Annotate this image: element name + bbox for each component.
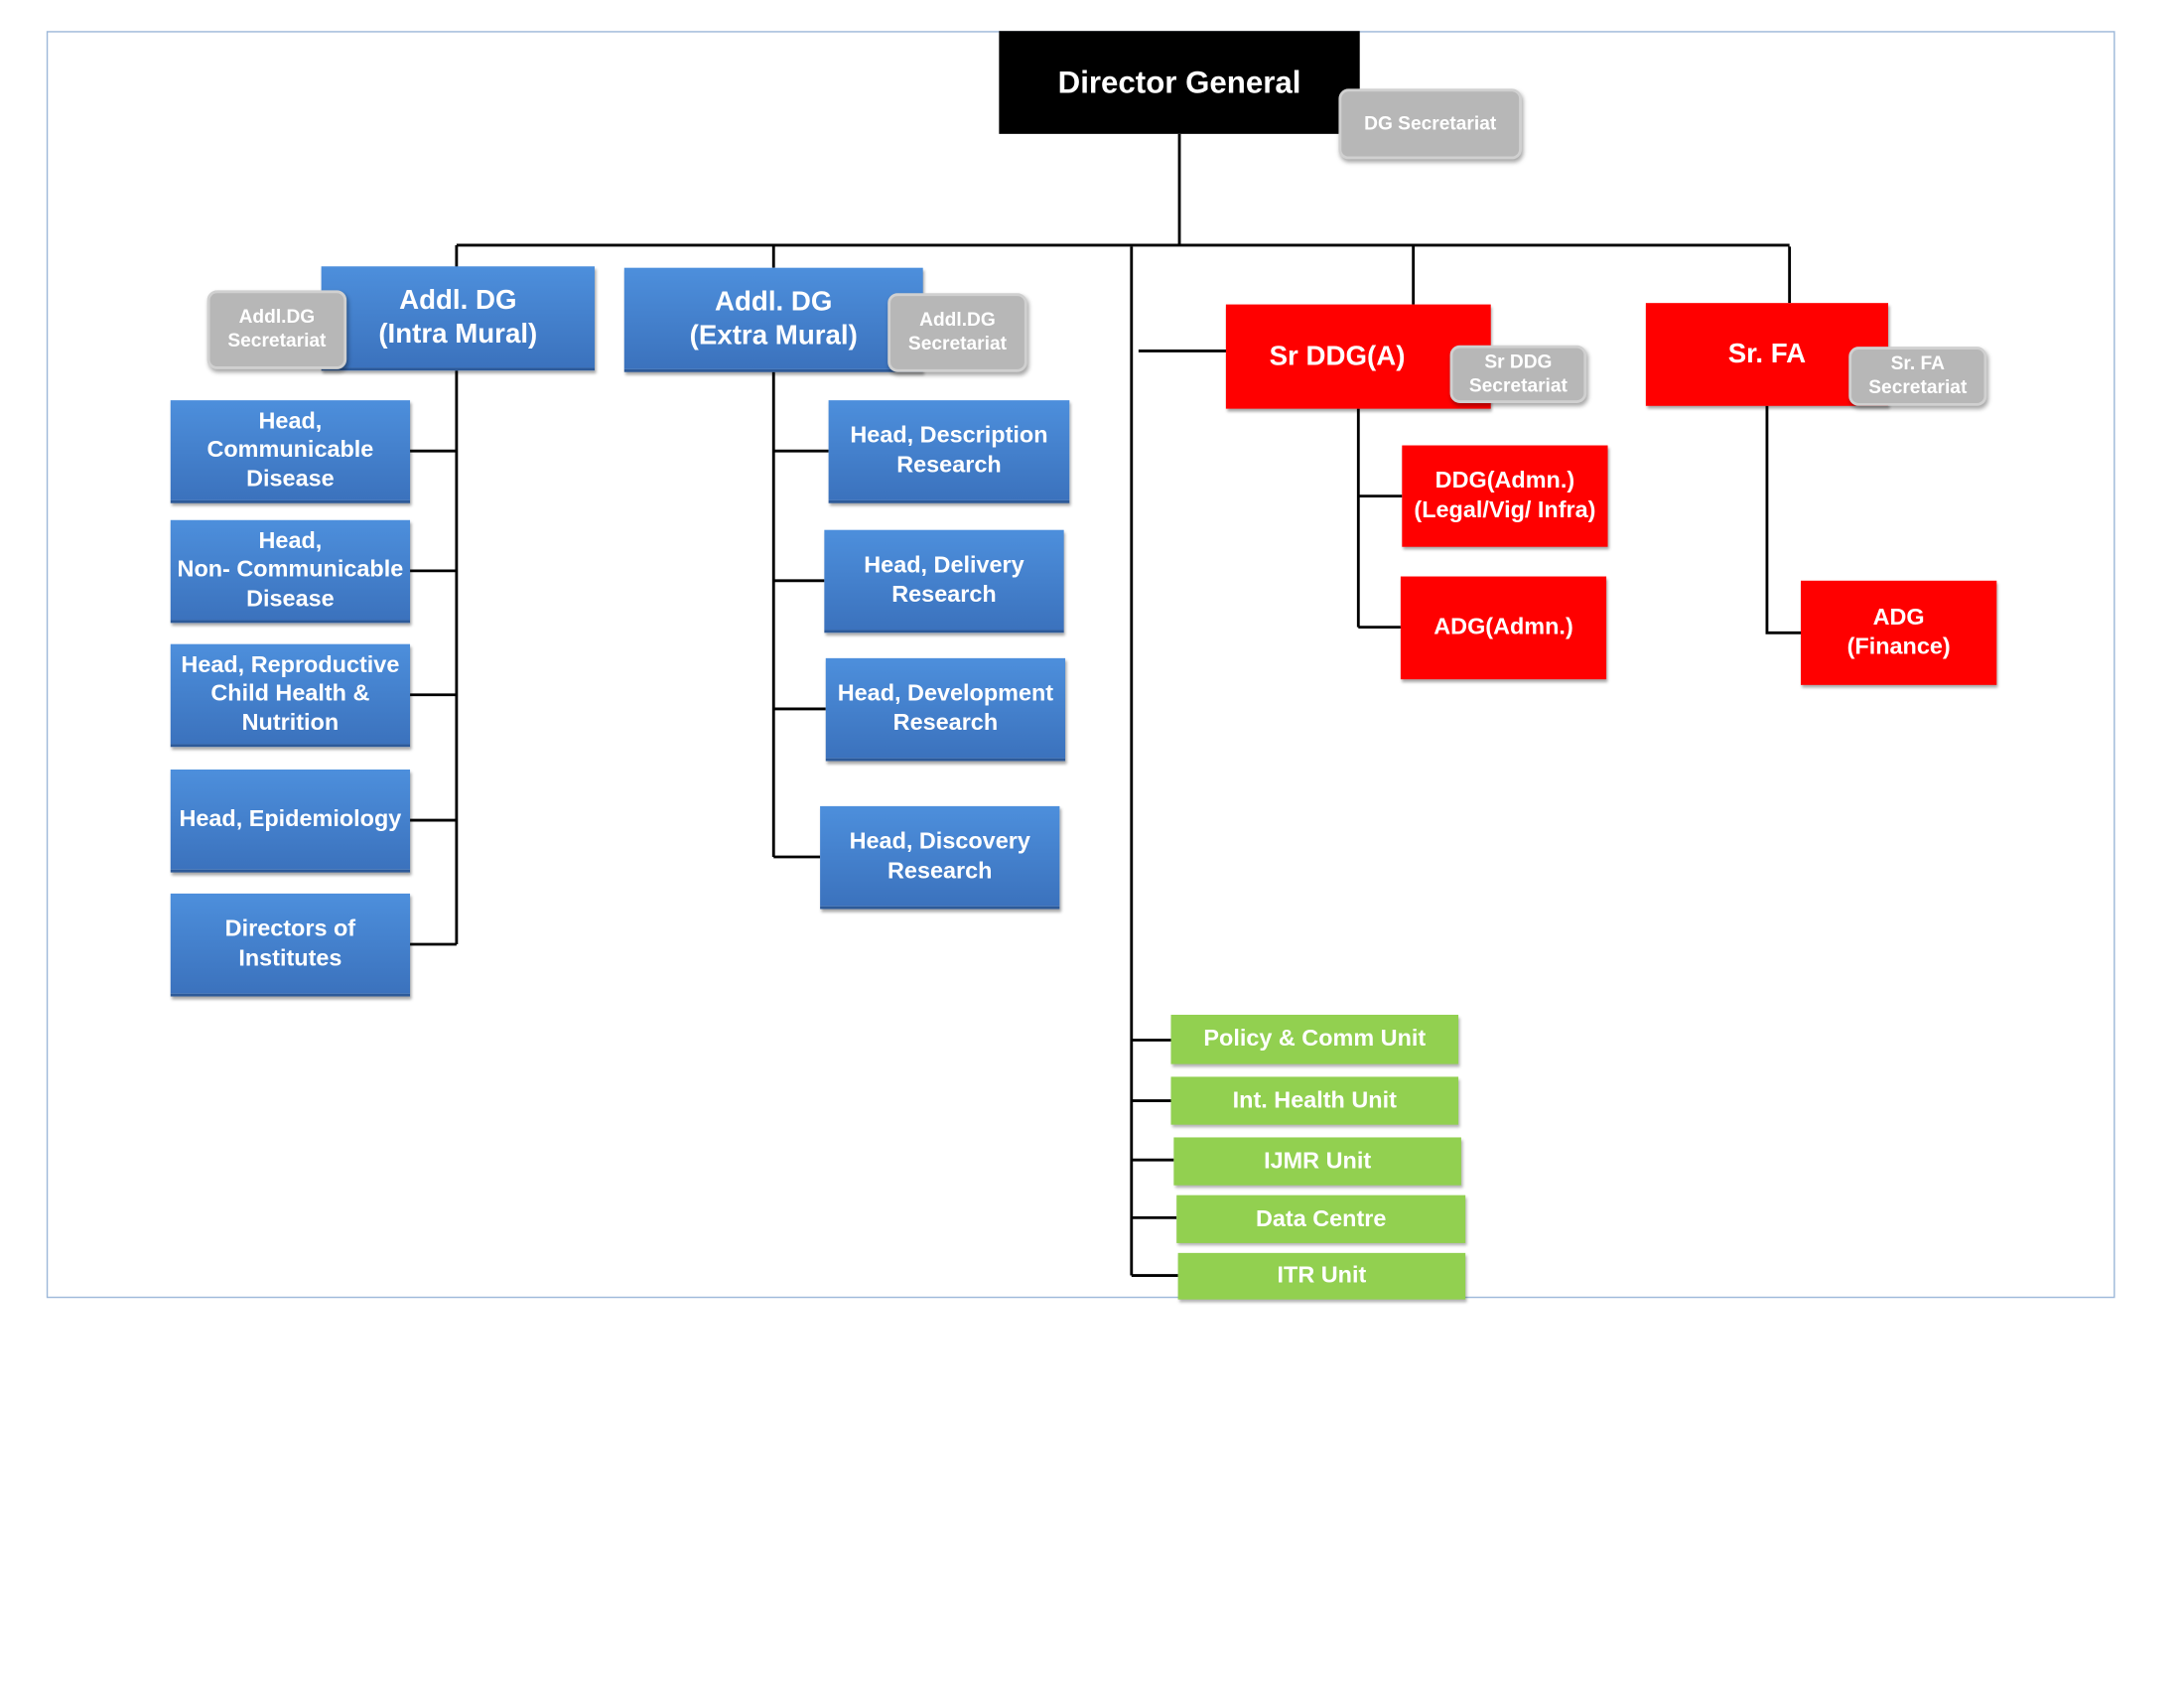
- head-development-research-box[interactable]: Head, Development Research: [825, 657, 1066, 762]
- connector-srfa: [1765, 405, 1801, 634]
- head-reproductive-box[interactable]: Head, Reproductive Child Health & Nutrit…: [170, 643, 411, 748]
- data-centre-box[interactable]: Data Centre: [1176, 1195, 1466, 1243]
- head-epidemiology-box[interactable]: Head, Epidemiology: [170, 769, 411, 873]
- addl-dg-intra-secretariat-box[interactable]: Addl.DG Secretariat: [206, 290, 347, 369]
- int-health-unit-box[interactable]: Int. Health Unit: [1170, 1076, 1459, 1125]
- org-chart: Director General DG Secretariat Addl. DG…: [0, 0, 2184, 1688]
- connector-intra: [410, 370, 459, 946]
- ijmr-unit-box[interactable]: IJMR Unit: [1173, 1137, 1461, 1186]
- head-communicable-box[interactable]: Head, Communicable Disease: [170, 400, 411, 503]
- addl-dg-intra-box[interactable]: Addl. DG (Intra Mural): [321, 266, 595, 371]
- adg-finance-box[interactable]: ADG (Finance): [1800, 580, 1997, 685]
- directors-of-institutes-box[interactable]: Directors of Institutes: [170, 893, 411, 997]
- addl-dg-extra-secretariat-box[interactable]: Addl.DG Secretariat: [887, 293, 1027, 372]
- head-delivery-research-box[interactable]: Head, Delivery Research: [824, 529, 1064, 633]
- adg-admn-box[interactable]: ADG(Admn.): [1400, 576, 1607, 680]
- connector-srddg: [1356, 408, 1403, 630]
- dg-secretariat-box[interactable]: DG Secretariat: [1338, 88, 1522, 160]
- itr-unit-box[interactable]: ITR Unit: [1177, 1252, 1466, 1300]
- addl-dg-extra-box[interactable]: Addl. DG (Extra Mural): [623, 267, 923, 372]
- head-non-communicable-box[interactable]: Head, Non- Communicable Disease: [170, 519, 411, 624]
- policy-comm-unit-box[interactable]: Policy & Comm Unit: [1170, 1014, 1459, 1064]
- head-discovery-research-box[interactable]: Head, Discovery Research: [820, 805, 1060, 910]
- director-general-box[interactable]: Director General: [999, 31, 1360, 134]
- ddg-admn-box[interactable]: DDG(Admn.) (Legal/Vig/ Infra): [1402, 445, 1608, 547]
- head-description-research-box[interactable]: Head, Description Research: [828, 400, 1070, 503]
- sr-ddg-secretariat-box[interactable]: Sr DDG Secretariat: [1449, 345, 1587, 403]
- sr-fa-secretariat-box[interactable]: Sr. FA Secretariat: [1848, 347, 1987, 406]
- connector-extra: [771, 371, 829, 859]
